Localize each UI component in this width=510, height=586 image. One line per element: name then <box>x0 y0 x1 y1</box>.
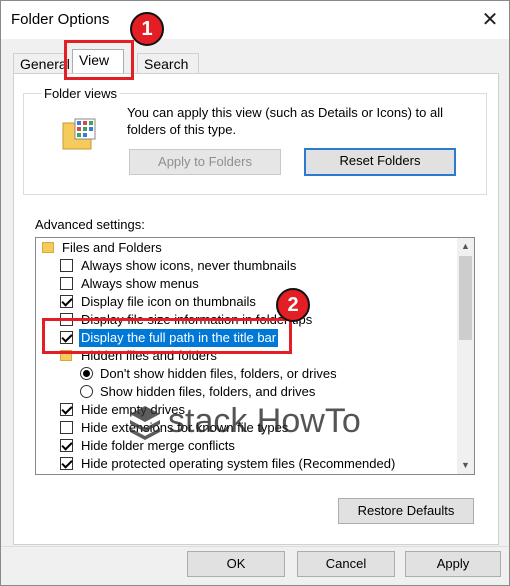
tree-folder-files-and-folders: Files and Folders <box>36 239 456 257</box>
radio[interactable] <box>80 385 93 398</box>
tab-search[interactable]: Search <box>137 53 199 74</box>
step-marker-1: 1 <box>130 12 164 46</box>
scroll-down-icon[interactable]: ▼ <box>461 460 470 470</box>
option-display-file-icon[interactable]: Display file icon on thumbnails <box>36 293 456 311</box>
checkbox[interactable] <box>60 277 73 290</box>
ok-button[interactable]: OK <box>187 551 285 577</box>
full-path-option-highlight <box>42 318 292 354</box>
folder-views-description-line2: folders of this type. <box>127 122 237 137</box>
folder-views-description-line1: You can apply this view (such as Details… <box>127 105 444 120</box>
checkbox-checked[interactable] <box>60 403 73 416</box>
window-title: Folder Options <box>11 11 110 28</box>
scroll-up-icon[interactable]: ▲ <box>461 241 470 251</box>
scrollbar-thumb[interactable] <box>459 256 472 340</box>
cancel-button[interactable]: Cancel <box>297 551 395 577</box>
apply-button[interactable]: Apply <box>405 551 501 577</box>
checkbox-checked[interactable] <box>60 457 73 470</box>
option-dont-show-hidden[interactable]: Don't show hidden files, folders, or dri… <box>36 365 456 383</box>
close-icon[interactable]: ✕ <box>475 5 505 35</box>
scrollbar[interactable]: ▲ ▼ <box>457 238 474 474</box>
option-show-hidden[interactable]: Show hidden files, folders, and drives <box>36 383 456 401</box>
folder-options-dialog: Folder Options ✕ General View Search Fol… <box>0 0 510 586</box>
stackhowto-logo-icon <box>130 406 160 440</box>
checkbox-checked[interactable] <box>60 295 73 308</box>
checkbox[interactable] <box>60 421 73 434</box>
step-marker-2: 2 <box>276 288 310 322</box>
reset-folders-button[interactable]: Reset Folders <box>304 148 456 176</box>
folder-views-icon <box>62 118 96 150</box>
folder-icon <box>42 242 54 253</box>
restore-defaults-button[interactable]: Restore Defaults <box>338 498 474 524</box>
view-tab-highlight <box>64 40 134 80</box>
folder-views-title: Folder views <box>41 86 120 101</box>
checkbox[interactable] <box>60 259 73 272</box>
title-bar: Folder Options ✕ <box>1 1 509 39</box>
checkbox-checked[interactable] <box>60 439 73 452</box>
option-always-show-menus[interactable]: Always show menus <box>36 275 456 293</box>
footer-divider <box>1 546 509 547</box>
radio-selected[interactable] <box>80 367 93 380</box>
option-hide-protected-files[interactable]: Hide protected operating system files (R… <box>36 455 456 473</box>
advanced-settings-label: Advanced settings: <box>35 217 145 232</box>
tab-general[interactable]: General <box>13 53 70 74</box>
watermark-text: stack HowTo <box>168 402 361 440</box>
apply-to-folders-button[interactable]: Apply to Folders <box>129 149 281 175</box>
option-always-show-icons[interactable]: Always show icons, never thumbnails <box>36 257 456 275</box>
